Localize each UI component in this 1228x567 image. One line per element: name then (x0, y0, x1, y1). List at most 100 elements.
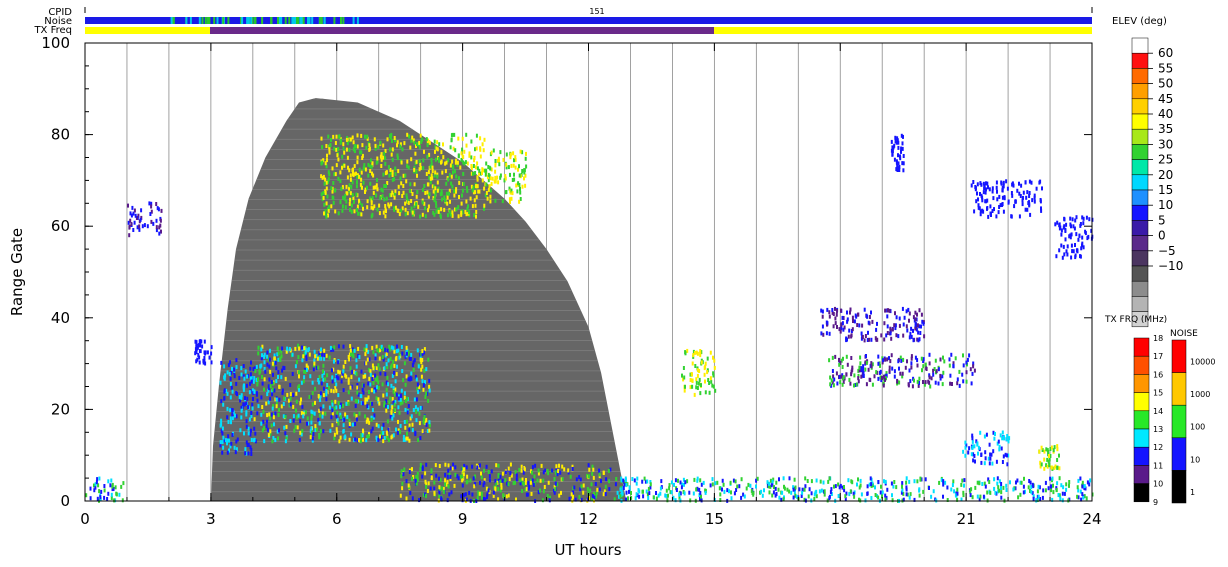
scatter-cell (343, 163, 346, 168)
scatter-cell (631, 477, 634, 481)
scatter-cell (904, 365, 907, 370)
scatter-cell (409, 145, 412, 150)
scatter-cell (832, 383, 835, 388)
scatter-cell (635, 481, 638, 486)
scatter-cell (375, 396, 378, 401)
scatter-cell (833, 377, 836, 382)
scatter-cell (301, 358, 304, 363)
scatter-cell (916, 323, 919, 328)
scatter-cell (138, 224, 141, 229)
scatter-cell (696, 373, 699, 378)
scatter-cell (558, 463, 560, 468)
scatter-cell (386, 419, 389, 424)
scatter-cell (96, 496, 99, 501)
scatter-cell (665, 488, 668, 493)
scatter-cell (492, 490, 495, 495)
scatter-cell (133, 220, 136, 225)
scatter-cell (792, 495, 795, 500)
scatter-cell (365, 348, 368, 353)
scatter-cell (1032, 496, 1035, 501)
scatter-cell (1001, 185, 1004, 190)
scatter-cell (504, 176, 507, 181)
scatter-cell (906, 328, 909, 333)
scatter-cell (265, 424, 268, 429)
scatter-cell (604, 492, 607, 496)
scatter-cell (1073, 226, 1076, 231)
scatter-cell (1060, 232, 1063, 237)
scatter-cell (554, 487, 557, 492)
scatter-cell (1080, 246, 1083, 251)
scatter-cell (348, 422, 351, 427)
scatter-cell (749, 483, 752, 488)
scatter-cell (1056, 220, 1059, 225)
scatter-cell (1016, 478, 1019, 483)
scatter-cell (89, 496, 92, 501)
scatter-cell (883, 337, 886, 342)
scatter-cell (704, 490, 707, 495)
scatter-cell (1002, 180, 1005, 185)
scatter-cell (228, 438, 231, 443)
scatter-cell (469, 196, 472, 201)
scatter-cell (358, 174, 360, 179)
scatter-cell (636, 476, 639, 481)
scatter-cell (155, 225, 158, 230)
scatter-cell (700, 482, 703, 487)
scatter-cell (1000, 446, 1003, 451)
scatter-cell (965, 370, 968, 375)
elev-colourbar-cell (1131, 250, 1149, 267)
scatter-cell (497, 463, 500, 468)
scatter-cell (274, 360, 277, 365)
scatter-cell (849, 381, 852, 386)
scatter-cell (332, 134, 335, 139)
scatter-cell (922, 364, 925, 369)
scatter-cell (1052, 490, 1055, 495)
scatter-cell (649, 482, 652, 487)
scatter-cell (937, 367, 940, 372)
scatter-cell (245, 410, 248, 415)
scatter-cell (846, 317, 849, 322)
scatter-cell (295, 399, 298, 404)
scatter-cell (839, 329, 842, 334)
scatter-cell (983, 183, 986, 188)
plot-area: 0 3 6 9 12 15 18 21 24 020406080100 UT hours Ran… (8, 34, 1102, 559)
noise-colourbar-tick-label: 1 (1190, 488, 1195, 497)
scatter-cell (867, 367, 870, 372)
scatter-cell (360, 394, 363, 399)
scatter-cell (149, 212, 152, 216)
scatter-cell (473, 198, 476, 203)
scatter-cell (260, 347, 263, 352)
scatter-cell (321, 145, 324, 150)
scatter-cell (349, 348, 352, 353)
scatter-cell (1081, 492, 1084, 497)
scatter-cell (998, 194, 1001, 199)
scatter-cell (409, 182, 412, 187)
scatter-cell (512, 151, 515, 156)
scatter-cell (625, 490, 628, 495)
scatter-cell (352, 172, 354, 177)
scatter-cell (743, 494, 746, 499)
scatter-cell (909, 331, 912, 336)
scatter-cell (361, 433, 364, 438)
scatter-cell (462, 172, 465, 176)
scatter-cell (850, 334, 853, 339)
scatter-cell (337, 211, 340, 216)
scatter-cell (973, 368, 976, 373)
scatter-cell (970, 487, 973, 492)
scatter-cell (627, 496, 629, 501)
scatter-cell (434, 194, 437, 199)
scatter-cell (404, 407, 407, 412)
scatter-cell (1043, 449, 1046, 454)
scatter-cell (250, 428, 252, 433)
scatter-cell (358, 411, 361, 416)
scatter-cell (983, 434, 986, 439)
cpid-value: 151 (589, 7, 604, 16)
scatter-cell (250, 447, 253, 452)
scatter-cell (355, 364, 358, 369)
scatter-cell (553, 490, 556, 495)
scatter-cell (1018, 181, 1020, 186)
scatter-cell (451, 210, 454, 215)
scatter-cell (832, 312, 835, 316)
scatter-cell (837, 494, 840, 498)
scatter-cell (253, 376, 256, 381)
scatter-cell (875, 327, 878, 332)
